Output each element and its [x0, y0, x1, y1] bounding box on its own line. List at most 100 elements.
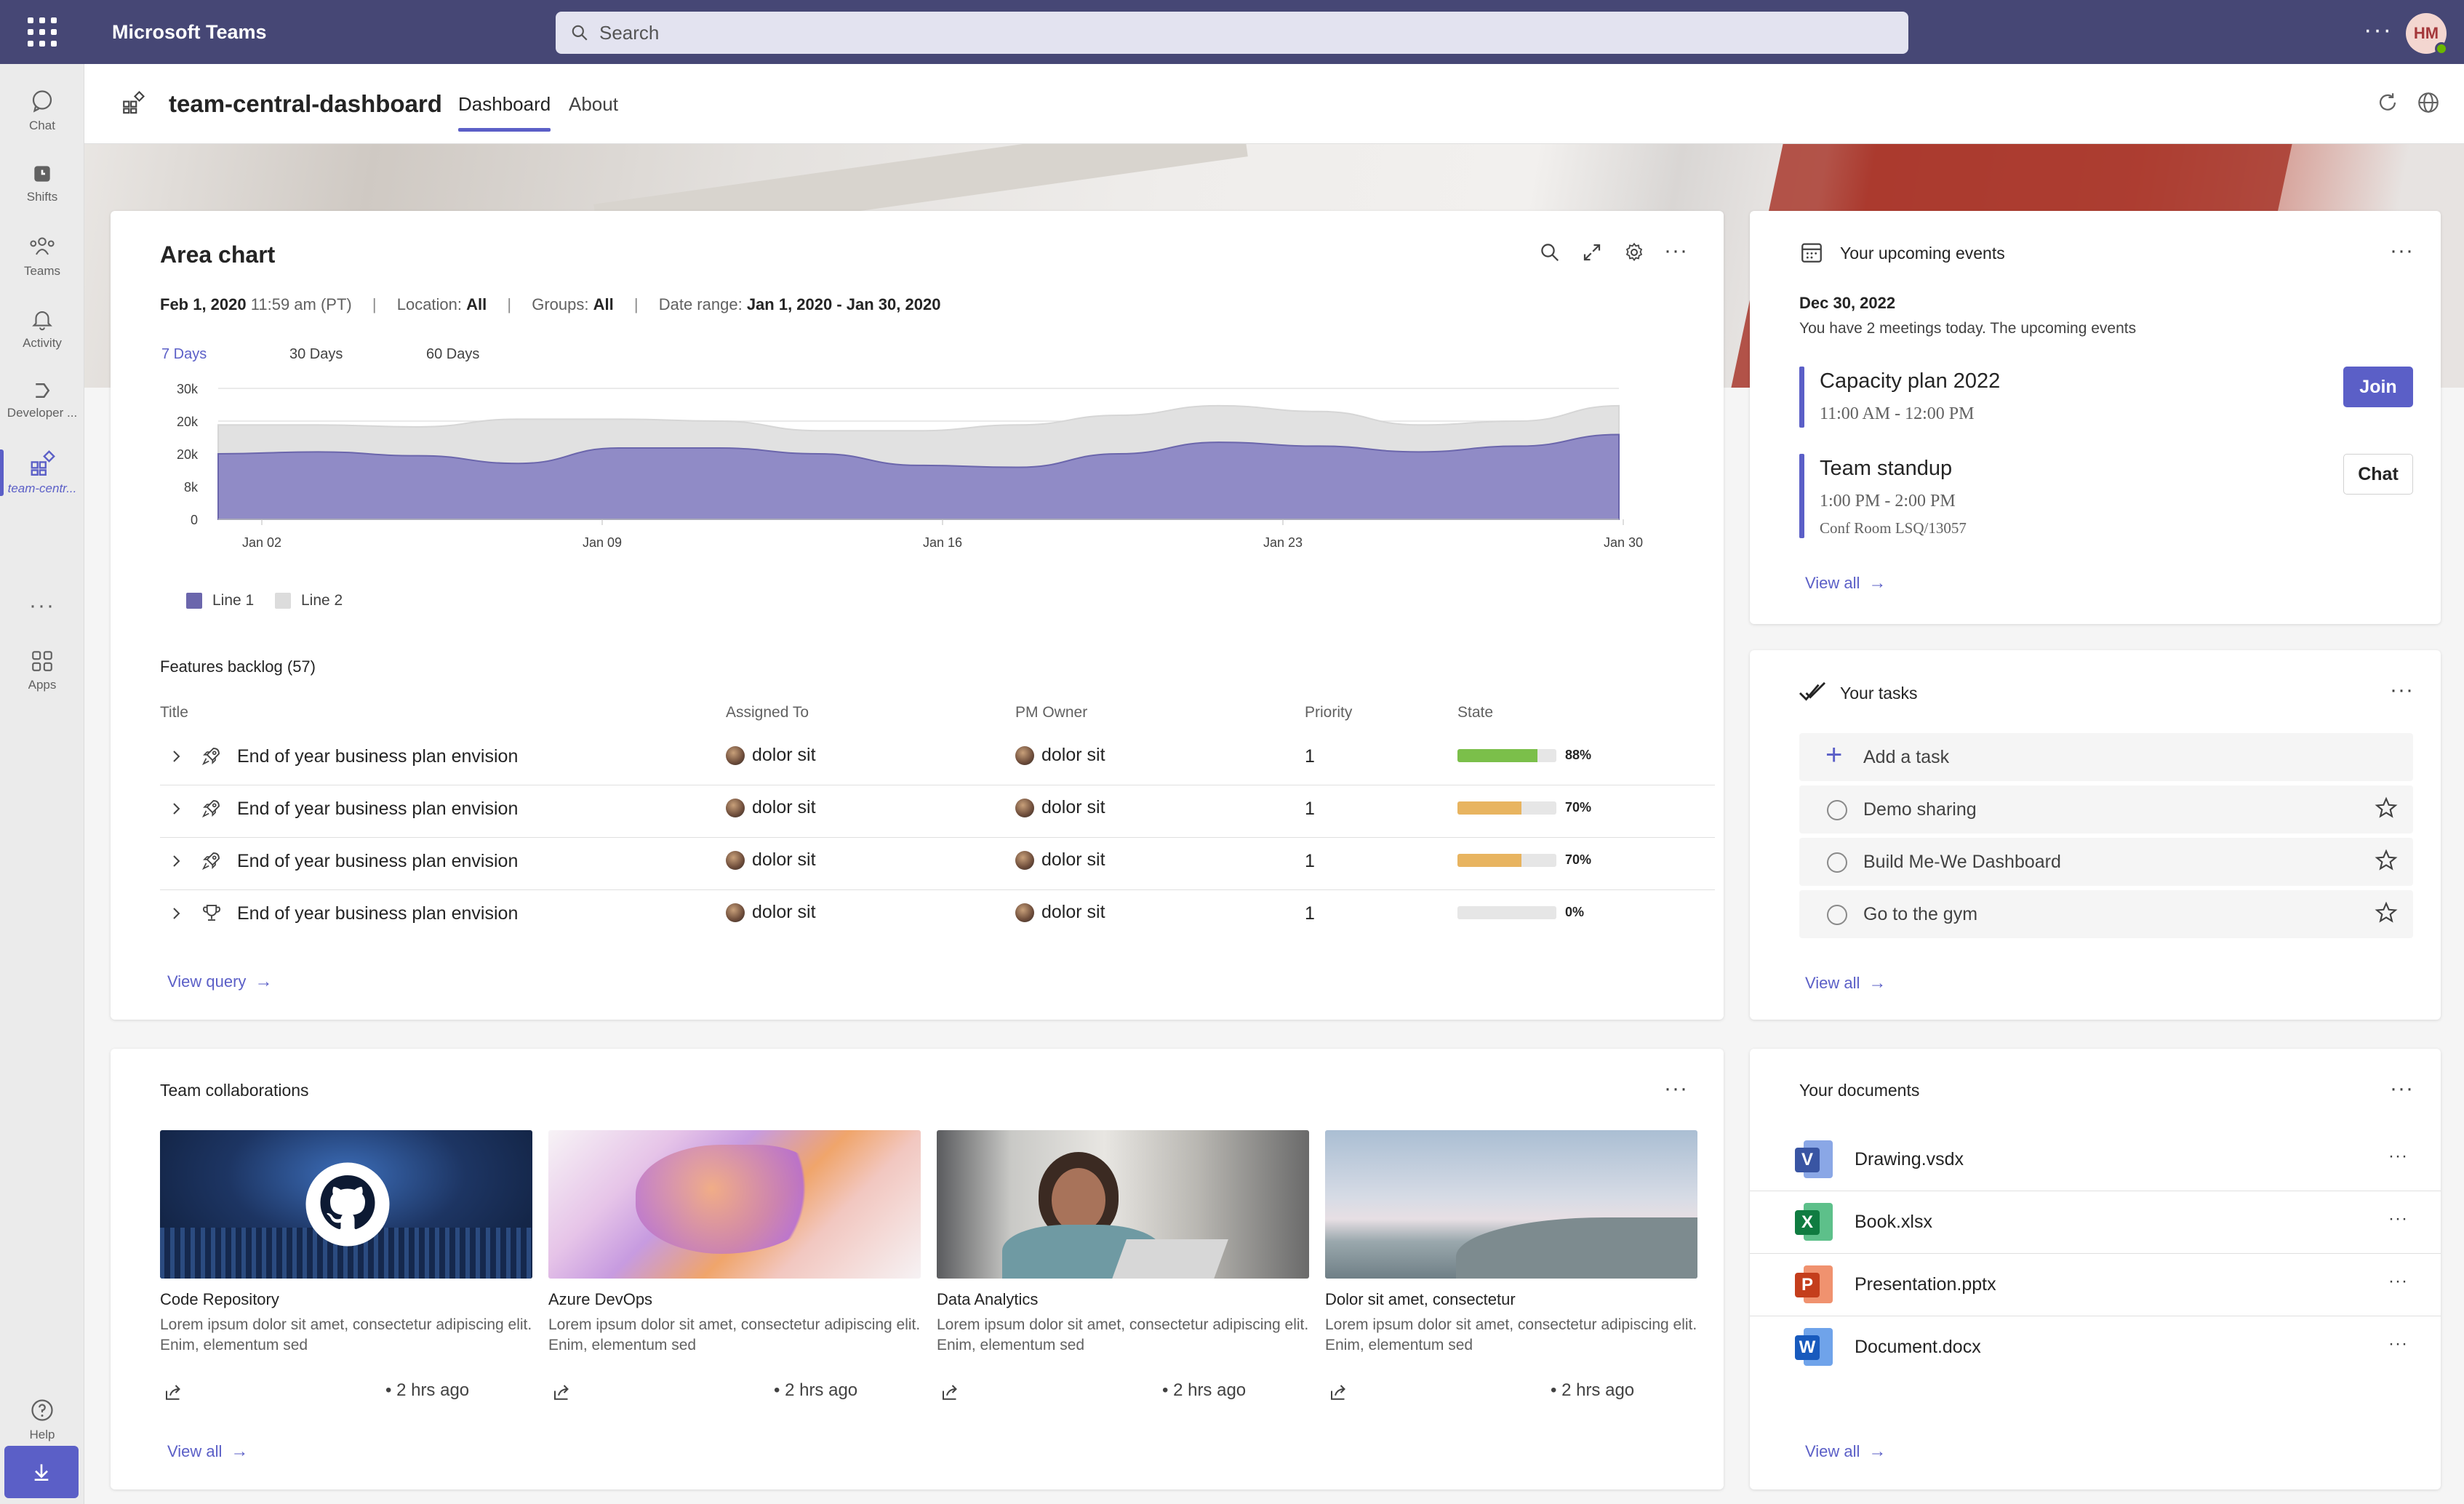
globe-icon[interactable]: [2416, 90, 2441, 115]
collab-item-data-analytics[interactable]: Data Analytics Lorem ipsum dolor sit ame…: [937, 1130, 1309, 1400]
collab-description: Lorem ipsum dolor sit amet, consectetur …: [937, 1316, 1309, 1353]
download-button[interactable]: [4, 1446, 79, 1498]
range-tab-60-days[interactable]: 60 Days: [426, 346, 479, 363]
chevron-right-icon[interactable]: [167, 903, 185, 924]
gear-icon[interactable]: [1623, 241, 1645, 263]
star-icon[interactable]: [2374, 796, 2399, 820]
share-icon[interactable]: [940, 1382, 961, 1404]
view-all-tasks-link[interactable]: View all →: [1805, 973, 1886, 993]
view-query-link[interactable]: View query →: [167, 972, 272, 992]
legend-label: Line 2: [301, 592, 343, 609]
task-checkbox[interactable]: [1827, 905, 1847, 925]
tab-dashboard[interactable]: Dashboard: [458, 93, 551, 132]
chevron-right-icon[interactable]: [167, 746, 185, 767]
task-item[interactable]: Demo sharing: [1799, 785, 2413, 833]
rail-item-apps[interactable]: Apps: [0, 637, 84, 704]
legend-item-line1[interactable]: Line 1: [186, 592, 254, 609]
app-launcher-button[interactable]: [0, 0, 84, 64]
share-icon[interactable]: [551, 1382, 573, 1404]
legend-label: Line 1: [212, 592, 255, 609]
column-header-state[interactable]: State: [1457, 704, 1493, 721]
table-row[interactable]: End of year business plan envision dolor …: [160, 886, 1715, 943]
refresh-icon[interactable]: [2375, 90, 2400, 115]
timestamp: • 2 hrs ago: [774, 1380, 858, 1400]
file-type-letter: P: [1795, 1273, 1820, 1297]
table-row[interactable]: End of year business plan envision dolor …: [160, 833, 1715, 890]
chat-button[interactable]: Chat: [2343, 454, 2413, 495]
task-checkbox[interactable]: [1827, 852, 1847, 873]
star-icon[interactable]: [2374, 900, 2399, 925]
more-options-icon[interactable]: ···: [1664, 1078, 1688, 1100]
event-item[interactable]: Capacity plan 2022 11:00 AM - 12:00 PM: [1799, 367, 2410, 428]
search-input[interactable]: Search: [556, 12, 1908, 54]
collab-item-dolor-sit[interactable]: Dolor sit amet, consectetur Lorem ipsum …: [1325, 1130, 1697, 1400]
page-title: team-central-dashboard: [169, 90, 442, 117]
share-icon[interactable]: [163, 1382, 185, 1404]
link-label: View all: [1805, 1442, 1860, 1460]
expand-icon[interactable]: [1581, 241, 1603, 263]
meta-date: Feb 1, 2020: [160, 295, 247, 313]
rail-item-team-central[interactable]: team-centr...: [0, 439, 84, 506]
rail-item-developer[interactable]: Developer ...: [0, 367, 84, 433]
tab-about[interactable]: About: [569, 93, 618, 116]
file-name: Book.xlsx: [1855, 1212, 1932, 1232]
collab-item-code-repository[interactable]: Code Repository Lorem ipsum dolor sit am…: [160, 1130, 532, 1400]
legend-item-line2[interactable]: Line 2: [275, 592, 343, 609]
more-options-icon[interactable]: ···: [2388, 1146, 2408, 1167]
app-bar: Chat Shifts Teams Activity Developer ...…: [0, 64, 84, 1504]
collab-name: Azure DevOps: [548, 1290, 653, 1308]
more-options-icon[interactable]: ···: [2390, 679, 2414, 701]
presence-icon: [2435, 42, 2448, 55]
column-header-priority[interactable]: Priority: [1305, 704, 1352, 721]
table-row[interactable]: End of year business plan envision dolor …: [160, 781, 1715, 838]
task-item[interactable]: Go to the gym: [1799, 890, 2413, 938]
range-tab-7-days[interactable]: 7 Days: [161, 346, 207, 363]
column-header-title[interactable]: Title: [160, 704, 188, 721]
star-icon[interactable]: [2374, 848, 2399, 873]
task-item[interactable]: Build Me-We Dashboard: [1799, 838, 2413, 886]
more-options-icon[interactable]: ···: [2388, 1334, 2408, 1354]
rail-item-activity[interactable]: Activity: [0, 295, 84, 362]
link-label: View all: [1805, 574, 1860, 592]
list-item[interactable]: V Drawing.vsdx ···: [1750, 1129, 2441, 1191]
y-tick-label: 0: [191, 513, 198, 527]
more-options-icon[interactable]: ···: [2388, 1209, 2408, 1229]
more-options-icon[interactable]: ···: [2388, 1271, 2408, 1292]
view-all-documents-link[interactable]: View all →: [1805, 1441, 1886, 1462]
row-title: End of year business plan envision: [237, 903, 519, 924]
avatar[interactable]: HM: [2406, 13, 2448, 55]
rail-item-shifts[interactable]: Shifts: [0, 150, 84, 217]
join-button[interactable]: Join: [2343, 367, 2413, 407]
range-tab-30-days[interactable]: 30 Days: [289, 346, 343, 363]
list-item[interactable]: W Document.docx ···: [1750, 1316, 2441, 1379]
table-row[interactable]: End of year business plan envision dolor …: [160, 729, 1715, 785]
event-item[interactable]: Team standup 1:00 PM - 2:00 PM Conf Room…: [1799, 454, 2410, 541]
rail-item-chat[interactable]: Chat: [0, 77, 84, 144]
meta-groups-label: Groups:: [532, 295, 589, 313]
list-item[interactable]: P Presentation.pptx ···: [1750, 1254, 2441, 1316]
chevron-right-icon[interactable]: [167, 799, 185, 819]
collab-item-azure-devops[interactable]: Azure DevOps Lorem ipsum dolor sit amet,…: [548, 1130, 921, 1400]
view-all-events-link[interactable]: View all →: [1805, 573, 1886, 593]
rocket-icon: [201, 852, 220, 871]
add-task-input[interactable]: + Add a task: [1799, 733, 2413, 781]
more-options-icon[interactable]: ···: [2390, 240, 2414, 262]
collab-description: Lorem ipsum dolor sit amet, consectetur …: [548, 1316, 921, 1353]
file-type-icon: V: [1795, 1140, 1833, 1178]
chevron-right-icon[interactable]: [167, 851, 185, 871]
x-tick-label: Jan 23: [1263, 535, 1303, 550]
more-options-icon[interactable]: ···: [2390, 1078, 2414, 1100]
search-icon[interactable]: [1539, 241, 1561, 263]
view-all-collaborations-link[interactable]: View all →: [167, 1441, 248, 1462]
list-item[interactable]: X Book.xlsx ···: [1750, 1191, 2441, 1254]
share-icon[interactable]: [1328, 1382, 1350, 1404]
task-checkbox[interactable]: [1827, 800, 1847, 820]
chat-icon: [32, 90, 52, 113]
more-options-icon[interactable]: ···: [1664, 240, 1688, 262]
rail-item-teams[interactable]: Teams: [0, 223, 84, 289]
column-header-assigned[interactable]: Assigned To: [726, 704, 809, 721]
column-header-pm-owner[interactable]: PM Owner: [1015, 704, 1087, 721]
rail-item-help[interactable]: Help: [0, 1386, 84, 1453]
more-options-icon[interactable]: ···: [2364, 16, 2393, 44]
more-apps-icon[interactable]: ···: [29, 593, 55, 618]
